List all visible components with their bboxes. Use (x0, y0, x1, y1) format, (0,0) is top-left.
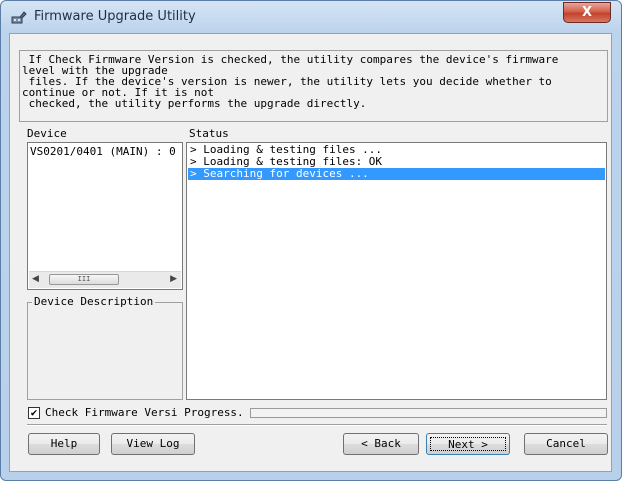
description-text: If Check Firmware Version is checked, th… (22, 53, 559, 110)
scroll-left-icon[interactable]: ◀ (32, 274, 39, 284)
horizontal-scrollbar[interactable]: ◀ III ▶ (29, 271, 181, 288)
check-firmware-label: Check Firmware Versi Progress. (45, 406, 244, 419)
check-firmware-text: Check Firmware Versi (45, 406, 178, 419)
device-description-label: Device Description (32, 295, 156, 308)
close-icon: X (581, 5, 593, 20)
progress-label: Progress. (184, 406, 244, 419)
next-button[interactable]: Next > (426, 433, 510, 455)
status-list[interactable]: > Loading & testing files ... > Loading … (186, 142, 607, 400)
scroll-right-icon[interactable]: ▶ (170, 274, 177, 284)
title-bar[interactable]: Firmware Upgrade Utility X (1, 1, 621, 33)
list-item[interactable]: VS0201/0401 (MAIN) : 0 (30, 145, 180, 158)
window-title: Firmware Upgrade Utility (34, 9, 196, 24)
progress-bar (250, 408, 607, 418)
help-button[interactable]: Help (28, 433, 100, 455)
view-log-button[interactable]: View Log (111, 433, 195, 455)
status-label: Status (189, 127, 229, 140)
device-list[interactable]: VS0201/0401 (MAIN) : 0 ◀ III ▶ (27, 142, 183, 290)
close-button[interactable]: X (563, 2, 611, 23)
device-description-group: Device Description (27, 295, 183, 400)
firmware-plug-icon (11, 10, 27, 24)
description-box: If Check Firmware Version is checked, th… (19, 50, 608, 122)
cancel-button[interactable]: Cancel (524, 433, 608, 455)
list-item: > Searching for devices ... (188, 168, 605, 180)
divider (27, 424, 607, 426)
scroll-thumb[interactable]: III (49, 274, 119, 285)
check-firmware-checkbox[interactable]: ✔ (28, 407, 40, 419)
device-label: Device (27, 127, 67, 140)
back-button[interactable]: < Back (343, 433, 419, 455)
next-button-label: Next > (430, 437, 506, 451)
